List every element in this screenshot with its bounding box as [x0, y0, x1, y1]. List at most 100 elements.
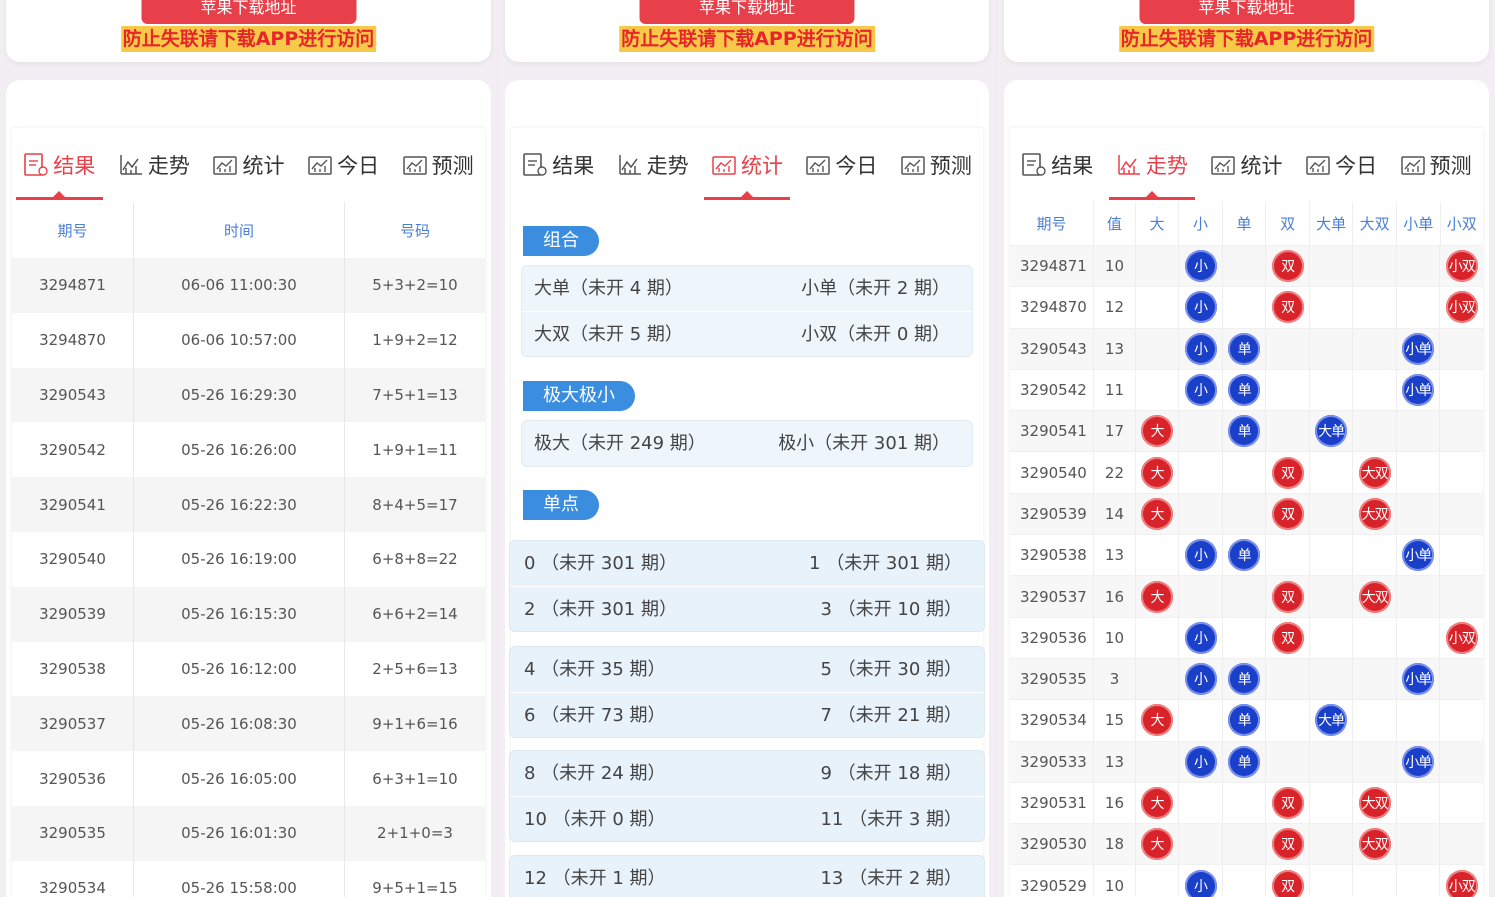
- apple-download-button[interactable]: 苹果下载地址: [141, 0, 356, 24]
- table-row[interactable]: 3290531 16 大双大双: [1010, 782, 1483, 825]
- tab-predict[interactable]: 预测: [1388, 128, 1483, 202]
- table-row[interactable]: 3290541 17 大单大单: [1010, 411, 1483, 453]
- tab-predict[interactable]: 预测: [390, 128, 485, 202]
- trend-cell: [1395, 865, 1440, 897]
- table-row[interactable]: 3290536 05-26 16:05:00 6+3+1=10: [12, 751, 485, 806]
- column-header: 时间: [133, 202, 345, 258]
- stat-item: 9 （未开 18 期）: [820, 763, 962, 784]
- table-row[interactable]: 3294871 06-06 11:00:30 5+3+2=10: [12, 258, 485, 313]
- table-row[interactable]: 3290536 10 小双小双: [1010, 617, 1483, 659]
- apple-download-button[interactable]: 苹果下载地址: [639, 0, 855, 24]
- table-row[interactable]: 3290540 22 大双大双: [1010, 452, 1483, 494]
- tab-today[interactable]: 今日: [794, 128, 888, 202]
- today-chart-icon: [805, 153, 835, 177]
- trend-ball: 双: [1271, 456, 1304, 489]
- tab-stats[interactable]: 统计: [700, 128, 794, 202]
- number-cell: 6+3+1=10: [372, 769, 458, 788]
- table-row[interactable]: 3290542 05-26 16:26:00 1+9+1=11: [12, 422, 485, 478]
- column-header: 期号: [1036, 215, 1067, 233]
- trend-ball: 大单: [1315, 415, 1348, 448]
- tab-result[interactable]: 结果: [1010, 128, 1105, 202]
- table-row[interactable]: 3290543 05-26 16:29:30 7+5+1=13: [12, 367, 485, 423]
- table-row[interactable]: 3290533 13 小单 小单: [1010, 741, 1483, 783]
- value-cell: 10: [1093, 617, 1135, 658]
- trend-cell: 大单: [1308, 700, 1353, 741]
- stats-chart-icon: [711, 153, 741, 177]
- column-header: 小双: [1439, 202, 1484, 245]
- trend-ball: 大: [1141, 580, 1173, 613]
- trend-ball: 小: [1184, 291, 1217, 324]
- stat-row: 2 （未开 301 期） 3 （未开 10 期）: [510, 586, 984, 631]
- table-row[interactable]: 3290534 15 大单大单: [1010, 700, 1483, 742]
- tab-result[interactable]: 结果: [511, 128, 605, 202]
- trend-ball: 单: [1228, 374, 1261, 407]
- tab-stats[interactable]: 统计: [201, 128, 296, 202]
- trend-cell: [1352, 535, 1396, 576]
- table-row[interactable]: 3290539 05-26 16:15:30 6+6+2=14: [12, 586, 485, 642]
- trend-cell: 小单: [1395, 328, 1440, 369]
- trend-cell: [1439, 741, 1483, 782]
- trend-ball: 单: [1228, 745, 1261, 778]
- inner-card: 结果 走势 统计 今日 预测 期号值大小单双大单 大双 小单 小双 3294871 10 小双小双 3…: [1010, 128, 1483, 897]
- trend-cell: [1134, 865, 1179, 897]
- table-row[interactable]: 3290537 16 大双大双: [1010, 576, 1483, 618]
- predict-chart-icon: [402, 153, 432, 177]
- table-row[interactable]: 3294870 06-06 10:57:00 1+9+2=12: [12, 312, 485, 368]
- table-row[interactable]: 3290542 11 小单 小单: [1010, 369, 1483, 412]
- trend-cell: 单: [1221, 411, 1266, 452]
- trend-cell: [1395, 700, 1440, 741]
- trend-cell: [1352, 741, 1396, 782]
- table-row[interactable]: 3290543 13 小单 小单: [1010, 328, 1483, 370]
- tab-trend[interactable]: 走势: [1105, 128, 1200, 202]
- tab-label: 预测: [431, 154, 474, 178]
- section-label-combo: 组合: [523, 226, 599, 256]
- column-header: 号码: [399, 221, 430, 240]
- table-row[interactable]: 3290535 05-26 16:01:30 2+1+0=3: [12, 805, 485, 861]
- tab-label: 结果: [552, 154, 595, 178]
- trend-cell: [1221, 824, 1266, 865]
- tab-stats[interactable]: 统计: [1199, 128, 1294, 202]
- table-row[interactable]: 3290538 05-26 16:12:00 2+5+6=13: [12, 641, 485, 697]
- tab-result[interactable]: 结果: [12, 128, 107, 202]
- inner-card: 结果 走势 统计 今日 预测 期号 时间 号码 3294871 06-06 11:00:30 5+…: [12, 128, 485, 897]
- result-icon: [1021, 153, 1051, 177]
- time-cell: 05-26 16:19:00: [133, 531, 345, 587]
- trend-cell: 单: [1221, 535, 1266, 576]
- trend-ball: 单: [1228, 415, 1261, 448]
- apple-download-button[interactable]: 苹果下载地址: [1139, 0, 1354, 24]
- trend-ball: 双: [1271, 580, 1304, 613]
- trend-chart-icon: [617, 153, 647, 177]
- table-row[interactable]: 3290529 10 小双小双: [1010, 865, 1483, 897]
- table-row[interactable]: 3290538 13 小单 小单: [1010, 535, 1483, 577]
- trend-chart-icon: [118, 153, 148, 177]
- trend-cell: 单: [1221, 658, 1266, 700]
- tab-predict[interactable]: 预测: [889, 128, 983, 202]
- table-row[interactable]: 3290541 05-26 16:22:30 8+4+5=17: [12, 477, 485, 532]
- table-row[interactable]: 3290540 05-26 16:19:00 6+8+8=22: [12, 531, 485, 587]
- trend-ball: 双: [1271, 828, 1304, 861]
- trend-cell: 小: [1178, 287, 1222, 328]
- table-row[interactable]: 3290539 14 大双大双: [1010, 493, 1483, 536]
- issue-cell: 3290535: [1020, 670, 1087, 689]
- table-row[interactable]: 3294871 10 小双小双: [1010, 246, 1483, 288]
- trend-cell: 双: [1265, 617, 1309, 658]
- trend-cell: [1265, 411, 1309, 452]
- number-cell: 9+5+1=15: [372, 879, 458, 897]
- stat-item: 13 （未开 2 期）: [820, 868, 962, 889]
- trend-ball: 小: [1184, 374, 1217, 407]
- tab-label: 结果: [53, 154, 96, 178]
- issue-cell: 3290535: [39, 824, 106, 843]
- trend-cell: [1439, 576, 1483, 617]
- tab-trend[interactable]: 走势: [605, 128, 699, 202]
- table-row[interactable]: 3290537 05-26 16:08:30 9+1+6=16: [12, 696, 485, 752]
- table-row[interactable]: 3294870 12 小双小双: [1010, 287, 1483, 329]
- table-row[interactable]: 3290535 3 小单 小单: [1010, 658, 1483, 701]
- tab-today[interactable]: 今日: [296, 128, 391, 202]
- tab-today[interactable]: 今日: [1294, 128, 1389, 202]
- trend-cell: 小: [1178, 658, 1222, 700]
- table-row[interactable]: 3290530 18 大双大双: [1010, 824, 1483, 866]
- table-row[interactable]: 3290534 05-26 15:58:00 9+5+1=15: [12, 860, 485, 897]
- trend-cell: 大单: [1308, 411, 1353, 452]
- trend-cell: 双: [1265, 865, 1309, 897]
- tab-trend[interactable]: 走势: [107, 128, 202, 202]
